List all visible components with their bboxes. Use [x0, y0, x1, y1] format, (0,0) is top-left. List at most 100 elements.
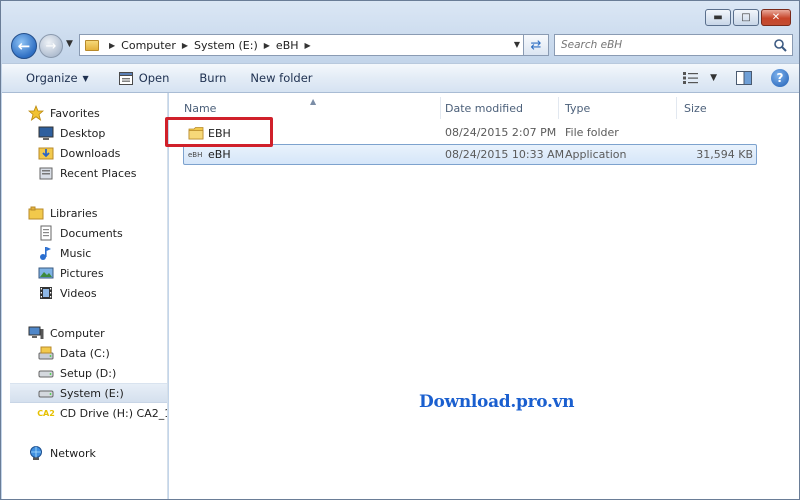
column-date-label: Date modified	[445, 101, 523, 115]
nav-desktop[interactable]: Desktop	[38, 123, 167, 143]
breadcrumb-system-e[interactable]: System (E:)	[194, 39, 258, 52]
breadcrumb-computer[interactable]: Computer	[121, 39, 176, 52]
nav-pictures-label: Pictures	[60, 266, 104, 280]
nav-network[interactable]: Network	[28, 443, 167, 463]
column-header-date-modified[interactable]: Date modified	[438, 97, 559, 119]
new-folder-label: New folder	[250, 71, 313, 85]
nav-downloads-label: Downloads	[60, 146, 121, 160]
column-size-label: Size	[684, 101, 707, 115]
chevron-down-icon: ▼	[66, 39, 73, 49]
nav-drive-e[interactable]: System (E:)	[10, 383, 167, 403]
details-view-icon	[683, 72, 699, 84]
nav-downloads[interactable]: Downloads	[38, 143, 167, 163]
change-view-button[interactable]	[680, 68, 702, 88]
file-list-pane: ▲ Name Date modified Type Size EBH 08/24…	[169, 93, 799, 499]
close-button[interactable]: ✕	[761, 9, 791, 26]
nav-favorites-label: Favorites	[50, 106, 100, 120]
navigation-pane: Favorites Desktop Downloads Recent Place…	[2, 93, 168, 499]
column-name-label: Name	[184, 101, 217, 115]
search-icon[interactable]	[773, 38, 787, 52]
nav-documents-label: Documents	[60, 226, 123, 240]
file-date: 08/24/2015 10:33 AM	[445, 148, 565, 161]
command-bar: Organize ▼ Open Burn New folder ▼ ?	[2, 63, 799, 93]
folder-icon	[85, 39, 99, 51]
nav-drive-h[interactable]: CA2 CD Drive (H:) CA2_1.0	[37, 403, 167, 423]
chevron-down-icon: ▼	[82, 73, 89, 83]
forward-button[interactable]: →	[39, 34, 63, 58]
column-type-label: Type	[565, 101, 591, 115]
new-folder-button[interactable]: New folder	[241, 65, 321, 91]
navigation-bar: ← → ▼ ▶ Computer ▶ System (E:) ▶ eBH ▶ ▼…	[9, 31, 793, 59]
nav-music[interactable]: Music	[38, 243, 167, 263]
view-options-dropdown[interactable]: ▼	[710, 73, 717, 83]
file-row-ebh-application[interactable]: eBH eBH 08/24/2015 10:33 AM Application …	[183, 144, 757, 165]
downloads-folder-icon	[38, 147, 54, 160]
minimize-button[interactable]: ▬	[705, 9, 731, 26]
organize-label: Organize	[26, 71, 78, 85]
application-icon: eBH	[188, 150, 203, 159]
chevron-right-icon[interactable]: ▶	[305, 41, 311, 50]
file-size: 31,594 KB	[696, 148, 753, 161]
refresh-button[interactable]: ⇄	[523, 34, 549, 56]
nav-drive-e-label: System (E:)	[60, 386, 124, 400]
network-icon	[30, 446, 42, 460]
address-bar[interactable]: ▶ Computer ▶ System (E:) ▶ eBH ▶ ▼	[79, 34, 525, 56]
open-button[interactable]: Open	[110, 65, 179, 91]
nav-documents[interactable]: Documents	[38, 223, 167, 243]
star-icon	[28, 105, 44, 121]
breadcrumb-ebh[interactable]: eBH	[276, 39, 299, 52]
nav-libraries[interactable]: Libraries	[28, 203, 167, 223]
computer-icon	[28, 326, 44, 339]
highlight-annotation-box	[165, 117, 273, 147]
sort-ascending-icon: ▲	[310, 97, 317, 106]
search-box[interactable]	[554, 34, 793, 56]
file-name-label: eBH	[208, 148, 231, 161]
burn-button[interactable]: Burn	[190, 65, 235, 91]
help-button[interactable]: ?	[771, 69, 789, 87]
column-header-size[interactable]: Size	[677, 97, 757, 119]
music-icon	[40, 247, 51, 260]
nav-favorites[interactable]: Favorites	[28, 103, 167, 123]
system-drive-icon	[38, 346, 54, 360]
nav-libraries-label: Libraries	[50, 206, 98, 220]
back-button[interactable]: ←	[11, 33, 37, 59]
chevron-right-icon[interactable]: ▶	[109, 41, 115, 50]
arrow-left-icon: ←	[17, 37, 31, 55]
burn-label: Burn	[199, 71, 227, 85]
arrow-right-icon: →	[45, 38, 57, 54]
explorer-window: ▬ □ ✕ ← → ▼ ▶ Computer ▶ System (E:) ▶ e…	[0, 0, 800, 500]
nav-desktop-label: Desktop	[60, 126, 106, 140]
column-header-type[interactable]: Type	[558, 97, 677, 119]
search-input[interactable]	[561, 39, 761, 51]
open-icon	[118, 71, 133, 85]
nav-videos-label: Videos	[60, 286, 97, 300]
chevron-right-icon[interactable]: ▶	[264, 41, 270, 50]
nav-network-label: Network	[50, 446, 96, 460]
view-controls: ▼ ?	[680, 68, 789, 88]
nav-computer[interactable]: Computer	[28, 323, 167, 343]
nav-recent-places[interactable]: Recent Places	[38, 163, 167, 183]
file-date: 08/24/2015 2:07 PM	[445, 126, 557, 139]
nav-drive-d[interactable]: Setup (D:)	[38, 363, 167, 383]
nav-computer-label: Computer	[50, 326, 105, 340]
maximize-button[interactable]: □	[733, 9, 759, 26]
nav-videos[interactable]: Videos	[38, 283, 167, 303]
file-type: Application	[565, 148, 627, 161]
chevron-right-icon[interactable]: ▶	[182, 41, 188, 50]
organize-menu[interactable]: Organize ▼	[17, 65, 98, 91]
help-icon: ?	[776, 71, 784, 85]
nav-drive-c-label: Data (C:)	[60, 346, 110, 360]
preview-pane-button[interactable]	[733, 68, 755, 88]
recent-pages-dropdown[interactable]: ▼	[66, 39, 73, 49]
preview-pane-icon	[736, 71, 752, 85]
nav-pictures[interactable]: Pictures	[38, 263, 167, 283]
hard-drive-icon	[38, 390, 54, 398]
documents-icon	[40, 225, 52, 241]
address-history-dropdown[interactable]: ▼	[514, 40, 520, 49]
nav-music-label: Music	[60, 246, 92, 260]
file-name-cell: eBH eBH	[188, 148, 231, 161]
nav-recent-places-label: Recent Places	[60, 166, 137, 180]
column-header-name[interactable]: ▲ Name	[177, 97, 441, 119]
nav-drive-c[interactable]: Data (C:)	[38, 343, 167, 363]
nav-drive-h-label: CD Drive (H:) CA2_1.0	[60, 406, 167, 420]
